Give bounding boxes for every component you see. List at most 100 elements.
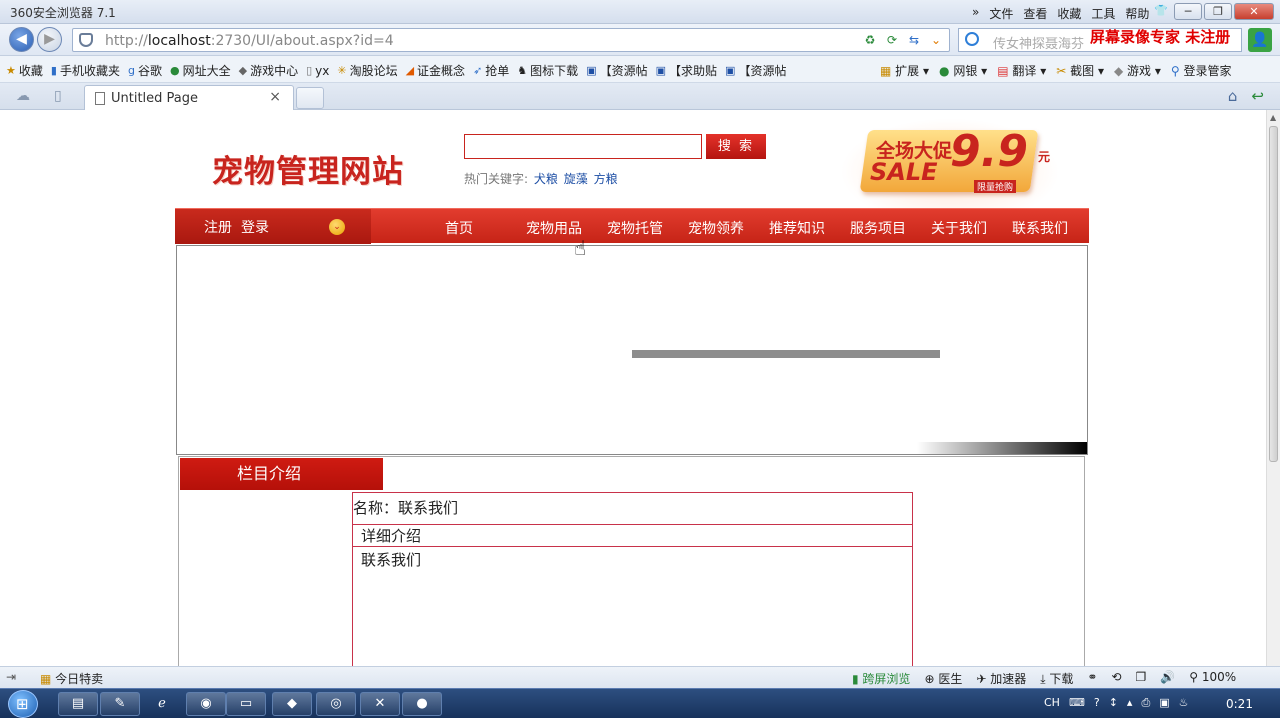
fav-yx[interactable]: ▯ yx <box>306 62 329 79</box>
menu-view[interactable]: 查看 <box>1023 5 1047 22</box>
login-link[interactable]: 登录 <box>241 217 269 237</box>
banner-slider[interactable] <box>176 245 1088 455</box>
recycle-icon[interactable]: ♻ <box>861 31 879 49</box>
taskbar-app2-icon[interactable]: ◆ <box>272 692 312 716</box>
fav-sites[interactable]: ● 网址大全 <box>170 62 231 79</box>
help-icon[interactable]: ? <box>1094 696 1100 710</box>
monitor-icon[interactable]: ▣ <box>1159 696 1169 710</box>
taskbar-tools-icon[interactable]: ✕ <box>360 692 400 716</box>
hand-cursor-icon: ☝ <box>574 236 587 260</box>
fav-resource-1[interactable]: ▣ 【资源帖 <box>586 62 647 79</box>
translate-button[interactable]: ▤ 翻译 ▾ <box>997 62 1046 79</box>
taskbar-folder-icon[interactable]: ▭ <box>226 692 266 716</box>
fav-icons[interactable]: ♞ 图标下载 <box>517 62 578 79</box>
menu-favorites[interactable]: 收藏 <box>1057 5 1081 22</box>
sidebar-toggle-icon[interactable]: ⇥ <box>6 670 16 684</box>
cloud-icon[interactable]: ☁ <box>16 88 30 104</box>
cross-screen-button[interactable]: ▮ 跨屏浏览 <box>852 670 910 687</box>
page-scrollbar[interactable]: ▲ <box>1266 110 1280 666</box>
address-bar[interactable]: http://localhost:2730/UI/about.aspx?id=4… <box>72 28 950 52</box>
scroll-up-icon[interactable]: ▲ <box>1270 113 1276 122</box>
compat-mode-icon[interactable]: ⇆ <box>905 31 923 49</box>
phone-icon[interactable]: ▯ <box>54 88 62 104</box>
user-icon[interactable]: 👤 <box>1248 28 1272 52</box>
zoom-level[interactable]: ⚲ 100% <box>1189 670 1236 687</box>
tray-expand-icon[interactable]: ▴ <box>1127 696 1133 710</box>
download-button[interactable]: ⤓ 下载 <box>1040 670 1073 687</box>
accelerator-button[interactable]: ✈ 加速器 <box>976 670 1026 687</box>
login-manager-button[interactable]: ⚲ 登录管家 <box>1171 62 1232 79</box>
nav-pet-boarding[interactable]: 宠物托管 <box>607 218 688 238</box>
fav-forum[interactable]: ✳ 淘股论坛 <box>337 62 397 79</box>
nav-about[interactable]: 关于我们 <box>931 218 1012 238</box>
tab-untitled-page[interactable]: Untitled Page × <box>84 85 294 110</box>
taskbar-explorer-icon[interactable]: ▤ <box>58 692 98 716</box>
qq-icon[interactable]: ♨ <box>1179 696 1189 710</box>
url-text[interactable]: http://localhost:2730/UI/about.aspx?id=4 <box>105 33 394 49</box>
undo-close-icon[interactable]: ↩ <box>1251 87 1264 105</box>
today-deals[interactable]: ▦ 今日特卖 <box>40 670 103 687</box>
extensions-button[interactable]: ▦ 扩展 ▾ <box>880 62 929 79</box>
fav-games[interactable]: ◆ 游戏中心 <box>239 62 298 79</box>
fav-google[interactable]: g 谷歌 <box>128 62 162 79</box>
new-tab-button[interactable] <box>296 87 324 109</box>
close-button[interactable]: ✕ <box>1234 3 1274 20</box>
hot-keyword-link[interactable]: 犬粮 <box>534 172 558 186</box>
printer-icon[interactable]: ⎙ <box>1141 696 1150 710</box>
nav-home[interactable]: 首页 <box>445 218 526 238</box>
forward-button[interactable]: ▶ <box>37 27 62 52</box>
chevron-down-icon[interactable]: ⌄ <box>927 31 945 49</box>
fav-resource-2[interactable]: ▣ 【资源帖 <box>725 62 786 79</box>
menu-tools[interactable]: 工具 <box>1091 5 1115 22</box>
hot-keyword-link[interactable]: 旋藻 <box>564 172 588 186</box>
taskbar-app-icon[interactable]: ◉ <box>186 692 226 716</box>
nav-pet-adoption[interactable]: 宠物领养 <box>688 218 769 238</box>
clock[interactable]: 0:21 <box>1226 697 1253 711</box>
menu-file[interactable]: 文件 <box>989 5 1013 22</box>
register-link[interactable]: 注册 <box>204 217 232 237</box>
screenshot-button[interactable]: ✂ 截图 ▾ <box>1056 62 1104 79</box>
taskbar-recorder-icon[interactable]: ● <box>402 692 442 716</box>
home-icon[interactable]: ⌂ <box>1228 87 1238 105</box>
chevron-down-icon[interactable]: ⌄ <box>329 219 345 235</box>
network-icon[interactable]: ↕ <box>1109 696 1118 710</box>
scrollbar-thumb[interactable] <box>1269 126 1278 462</box>
minimize-button[interactable]: ─ <box>1174 3 1202 20</box>
nav-contact[interactable]: 联系我们 <box>1012 218 1093 238</box>
fav-help[interactable]: ▣ 【求助贴 <box>656 62 717 79</box>
games-button[interactable]: ◆ 游戏 ▾ <box>1114 62 1161 79</box>
search-input[interactable]: 传女神探聂海芬 <box>993 33 1084 52</box>
keyboard-icon[interactable]: ⌨ <box>1069 696 1085 710</box>
hot-keyword-link[interactable]: 方粮 <box>594 172 618 186</box>
fav-collect[interactable]: ★ 收藏 <box>6 62 43 79</box>
nav-services[interactable]: 服务项目 <box>850 218 931 238</box>
maximize-button[interactable]: ❐ <box>1204 3 1232 20</box>
nav-pet-supplies[interactable]: 宠物用品 <box>526 218 607 238</box>
promo-banner[interactable]: 全场大促 SALE 9.9 元 限量抢购 <box>840 118 1060 208</box>
refresh-icon[interactable]: ⟳ <box>883 31 901 49</box>
bank-button[interactable]: ● 网银 ▾ <box>939 62 987 79</box>
menu-more[interactable]: » <box>972 5 979 22</box>
site-logo[interactable]: 宠物管理网站 <box>212 146 404 191</box>
page-icon: ▯ <box>306 64 313 77</box>
window-icon[interactable]: ❐ <box>1135 670 1146 687</box>
fav-mobile[interactable]: ▮ 手机收藏夹 <box>51 62 120 79</box>
back-button[interactable]: ◀ <box>9 27 34 52</box>
ime-indicator[interactable]: CH <box>1044 696 1060 710</box>
skin-icon[interactable]: 👕 <box>1150 3 1172 20</box>
fav-concept[interactable]: ◢ 证金概念 <box>406 62 465 79</box>
menu-help[interactable]: 帮助 <box>1125 5 1149 22</box>
site-search-button[interactable]: 搜 索 <box>706 134 766 159</box>
fav-grab[interactable]: ➶ 抢单 <box>473 62 509 79</box>
doctor-button[interactable]: ⊕ 医生 <box>924 670 962 687</box>
taskbar-paint-icon[interactable]: ✎ <box>100 692 140 716</box>
volume-icon[interactable]: 🔊 <box>1160 670 1175 687</box>
site-search-input[interactable] <box>464 134 702 159</box>
nav-knowledge[interactable]: 推荐知识 <box>769 218 850 238</box>
tab-close-icon[interactable]: × <box>269 89 281 105</box>
taskbar-ie-icon[interactable]: ℯ <box>142 692 182 716</box>
taskbar-360-browser-icon[interactable]: ◎ <box>316 692 356 716</box>
refresh-icon[interactable]: ⟲ <box>1111 670 1121 687</box>
start-button[interactable] <box>8 690 38 718</box>
link-icon[interactable]: ⚭ <box>1087 670 1097 687</box>
